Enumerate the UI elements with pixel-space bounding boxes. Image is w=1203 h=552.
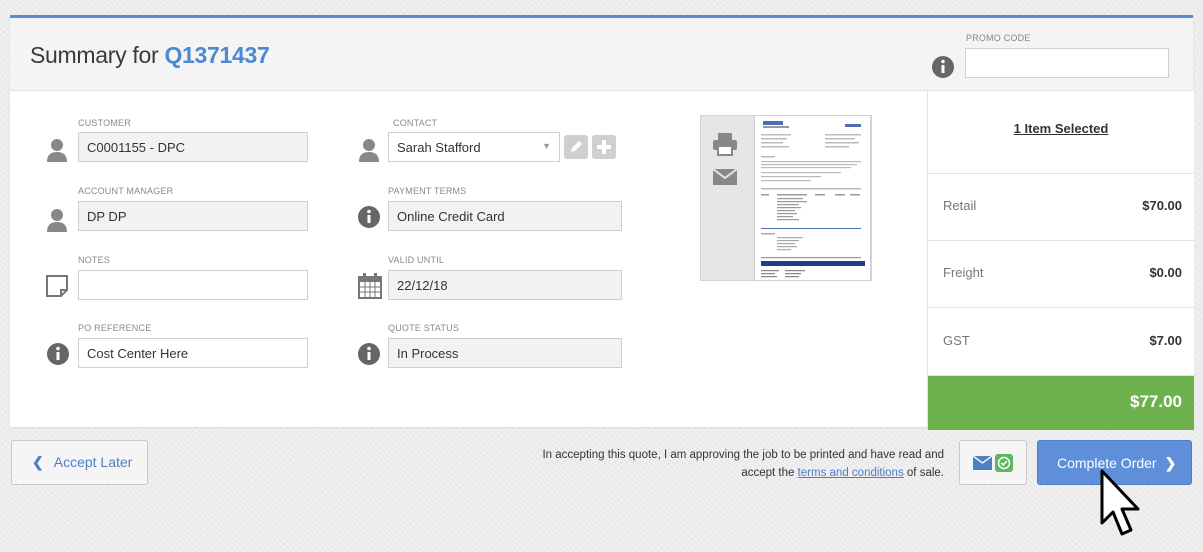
payment-terms-label: PAYMENT TERMS — [388, 186, 467, 196]
plus-icon — [597, 140, 611, 154]
total-value: $77.00 — [1130, 392, 1182, 411]
info-icon — [358, 206, 380, 228]
note-icon — [46, 275, 68, 297]
title-prefix: Summary for — [30, 42, 159, 68]
summary-header: Summary for Q1371437 PROMO CODE — [10, 18, 1193, 91]
add-contact-button[interactable] — [592, 135, 616, 159]
quote-status-field: In Process — [388, 338, 622, 368]
payment-terms-field: Online Credit Card — [388, 201, 622, 231]
gst-row: GST $7.00 — [928, 308, 1194, 376]
account-manager-field: DP DP — [78, 201, 308, 231]
cursor-icon — [1100, 469, 1140, 536]
account-manager-label: ACCOUNT MANAGER — [78, 186, 174, 196]
edit-contact-button[interactable] — [564, 135, 588, 159]
gst-value: $7.00 — [1149, 333, 1182, 348]
person-icon — [47, 139, 67, 162]
promo-code-label: PROMO CODE — [966, 33, 1031, 43]
quote-summary-panel: Summary for Q1371437 PROMO CODE CUSTOMER… — [10, 15, 1194, 430]
retail-value: $70.00 — [1142, 198, 1182, 213]
po-reference-label: PO REFERENCE — [78, 323, 152, 333]
retail-row: Retail $70.00 — [928, 174, 1194, 241]
customer-label: CUSTOMER — [78, 118, 131, 128]
order-summary: 1 Item Selected Retail $70.00 Freight $0… — [927, 91, 1194, 430]
total-box: $77.00 — [928, 376, 1194, 430]
freight-label: Freight — [943, 265, 984, 280]
info-icon — [47, 343, 69, 365]
print-icon[interactable] — [712, 132, 738, 156]
gst-label: GST — [943, 333, 970, 348]
calendar-icon — [358, 273, 382, 299]
terms-line-2: accept the terms and conditions of sale. — [520, 464, 944, 482]
page-title: Summary for Q1371437 — [30, 42, 270, 69]
valid-until-label: VALID UNTIL — [388, 255, 445, 265]
contact-label: CONTACT — [393, 118, 438, 128]
envelope-icon — [973, 456, 992, 470]
notes-input[interactable] — [78, 270, 308, 300]
accept-later-label: Accept Later — [53, 454, 133, 470]
items-selected-row: 1 Item Selected — [928, 91, 1194, 174]
chevron-right-icon: ❯ — [1164, 455, 1177, 471]
terms-link[interactable]: terms and conditions — [798, 467, 904, 479]
document-thumbnail-image — [761, 121, 865, 278]
notes-label: NOTES — [78, 255, 111, 265]
chevron-left-icon: ❮ — [32, 454, 44, 470]
info-icon — [932, 56, 954, 78]
person-icon — [359, 139, 379, 162]
check-icon — [995, 454, 1013, 472]
quote-number[interactable]: Q1371437 — [164, 42, 269, 68]
retail-label: Retail — [943, 198, 977, 213]
pencil-icon — [571, 141, 582, 152]
terms-line-1: In accepting this quote, I am approving … — [542, 449, 944, 461]
promo-code-input[interactable] — [965, 48, 1169, 78]
contact-select[interactable]: Sarah Stafford ▼ — [388, 132, 560, 162]
person-icon — [47, 209, 67, 232]
valid-until-field: 22/12/18 — [388, 270, 622, 300]
po-reference-input[interactable]: Cost Center Here — [78, 338, 308, 368]
terms-post-text: of sale. — [903, 467, 944, 479]
items-selected-link[interactable]: 1 Item Selected — [928, 121, 1194, 136]
quote-document-thumbnail[interactable] — [754, 115, 871, 281]
freight-value: $0.00 — [1149, 265, 1182, 280]
quote-status-label: QUOTE STATUS — [388, 323, 460, 333]
contact-value: Sarah Stafford — [397, 140, 481, 155]
info-icon — [358, 343, 380, 365]
terms-pre-text: accept the — [741, 467, 798, 479]
accept-later-button[interactable]: ❮ Accept Later — [11, 440, 148, 485]
terms-notice: In accepting this quote, I am approving … — [520, 446, 944, 482]
freight-row: Freight $0.00 — [928, 241, 1194, 308]
email-confirmation-toggle[interactable] — [959, 440, 1027, 485]
envelope-icon[interactable] — [712, 168, 738, 186]
customer-field: C0001155 - DPC — [78, 132, 308, 162]
chevron-down-icon: ▼ — [542, 141, 551, 151]
